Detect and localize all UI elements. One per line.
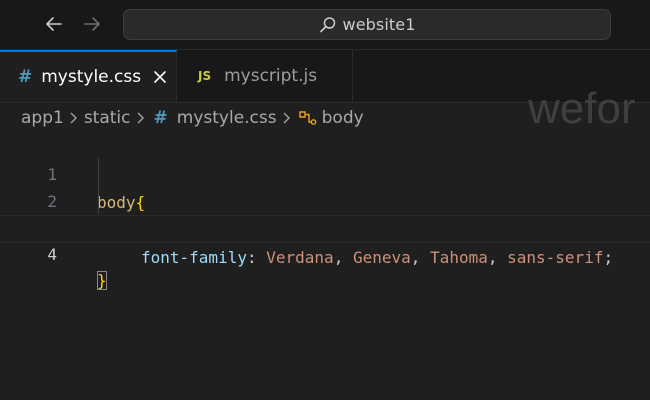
indent-guide (98, 158, 99, 214)
command-center-text: website1 (342, 15, 416, 34)
editor-tab-bar: # mystyle.css JS myscript.js (0, 50, 650, 103)
js-file-icon: JS (198, 69, 212, 83)
code-line-active[interactable]: 4 } (0, 215, 650, 290)
chevron-right-icon (282, 111, 292, 125)
title-bar: website1 (0, 0, 650, 50)
colon: : (246, 248, 257, 267)
css-file-icon: # (153, 108, 168, 128)
search-icon (319, 16, 337, 34)
line-number: 4 (47, 245, 57, 264)
css-symbol-icon (297, 109, 317, 127)
arrow-left-icon (46, 17, 62, 31)
breadcrumb-item-body[interactable]: body (322, 108, 364, 128)
breadcrumb-item-file[interactable]: mystyle.css (177, 108, 277, 128)
chevron-right-icon (69, 111, 79, 125)
css-value: sans-serif (507, 248, 604, 267)
css-value: Tahoma (430, 248, 488, 267)
css-value: Geneva (352, 248, 411, 267)
command-center-search[interactable]: website1 (123, 9, 611, 40)
chevron-right-icon (136, 111, 146, 125)
tab-label: mystyle.css (41, 67, 142, 87)
tab-myscript-js[interactable]: JS myscript.js (177, 50, 353, 102)
back-button[interactable] (42, 12, 66, 36)
breadcrumb-item-static[interactable]: static (84, 108, 131, 128)
arrow-right-icon (84, 17, 100, 31)
breadcrumb: app1 static # mystyle.css body (0, 103, 650, 133)
close-icon[interactable] (152, 69, 168, 85)
forward-button[interactable] (80, 12, 104, 36)
css-value: Verdana (266, 248, 334, 267)
breadcrumb-item-app1[interactable]: app1 (21, 108, 64, 128)
code-line[interactable]: 1 body{ (0, 133, 650, 212)
css-file-icon: # (18, 67, 33, 87)
close-brace: } (97, 271, 107, 290)
tab-mystyle-css[interactable]: # mystyle.css (0, 50, 177, 102)
tab-label: myscript.js (224, 66, 318, 86)
semicolon: ; (603, 248, 614, 267)
css-property: font-family (141, 248, 247, 267)
